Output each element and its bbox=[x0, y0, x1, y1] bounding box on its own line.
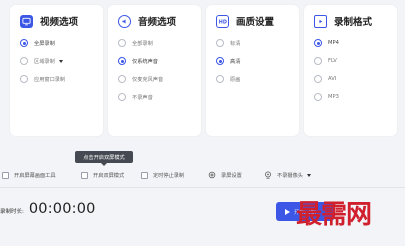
speaker-icon bbox=[118, 14, 131, 28]
option-label: 区域录制 bbox=[34, 58, 55, 65]
record-format-header: 录制格式 bbox=[314, 14, 372, 28]
option-label: 仅麦克风声音 bbox=[132, 76, 164, 83]
video-options-title: 视频选项 bbox=[40, 17, 79, 28]
record-duration: 录制时长: 00:00:00 bbox=[0, 201, 96, 219]
record-settings-label: 录屏设置 bbox=[221, 172, 242, 179]
file-video-icon bbox=[314, 14, 327, 28]
option-label: 标清 bbox=[230, 40, 241, 47]
option-label: MP3 bbox=[328, 94, 339, 100]
audio-option-system[interactable]: 仅系统声音 bbox=[118, 55, 158, 67]
desktop-tool-setting[interactable]: 开启屏幕画面工具 bbox=[2, 169, 56, 181]
audio-options-title: 音频选项 bbox=[138, 17, 177, 28]
option-label: 不录声音 bbox=[132, 94, 153, 101]
radio[interactable] bbox=[216, 75, 224, 83]
radio[interactable] bbox=[314, 75, 322, 83]
play-icon bbox=[285, 208, 290, 215]
radio[interactable] bbox=[20, 57, 28, 65]
camera-icon bbox=[265, 171, 271, 179]
option-label: 高清 bbox=[230, 58, 241, 65]
format-option-flv[interactable]: FLV bbox=[314, 55, 337, 67]
divider bbox=[0, 187, 405, 188]
option-label: FLV bbox=[328, 58, 337, 64]
dual-screen-checkbox[interactable] bbox=[81, 171, 88, 179]
audio-options-header: 音频选项 bbox=[118, 14, 176, 28]
video-option-region[interactable]: 区域录制 bbox=[20, 55, 63, 67]
dual-screen-label: 开启双屏模式 bbox=[93, 172, 125, 179]
camera-setting[interactable]: 不录摄像头 bbox=[264, 169, 311, 181]
record-settings-button[interactable]: 录屏设置 bbox=[208, 169, 242, 181]
format-option-mp3[interactable]: MP3 bbox=[314, 91, 339, 103]
watermark-logo: 最需网 bbox=[296, 199, 372, 230]
video-option-fullscreen[interactable]: 全屏录制 bbox=[20, 37, 55, 49]
dual-screen-setting[interactable]: 开启双屏模式 bbox=[81, 169, 124, 181]
quality-option-sd[interactable]: 标清 bbox=[216, 37, 240, 49]
gear-icon[interactable] bbox=[208, 171, 216, 179]
option-label: 全屏录制 bbox=[34, 40, 55, 47]
quality-settings-header: HD 画质设置 bbox=[216, 14, 274, 28]
radio[interactable] bbox=[216, 39, 224, 47]
radio[interactable] bbox=[314, 57, 322, 65]
desktop-tool-checkbox[interactable] bbox=[2, 171, 9, 179]
timed-stop-setting[interactable]: 定时停止录制 bbox=[141, 169, 184, 181]
quality-settings-title: 画质设置 bbox=[236, 17, 275, 28]
radio-selected[interactable] bbox=[216, 57, 224, 65]
radio[interactable] bbox=[118, 39, 126, 47]
video-options-panel: 视频选项 全屏录制 区域录制 应用窗口录制 bbox=[10, 5, 103, 136]
dual-screen-tooltip: 点击开启双屏模式 bbox=[75, 151, 133, 166]
format-option-mp4[interactable]: MP4 bbox=[314, 37, 339, 49]
settings-bar: 开启屏幕画面工具 开启双屏模式 定时停止录制 录屏设置 不录摄像头 bbox=[0, 169, 405, 181]
video-options-header: 视频选项 bbox=[20, 14, 78, 28]
record-format-title: 录制格式 bbox=[334, 17, 373, 28]
audio-option-none[interactable]: 不录声音 bbox=[118, 91, 153, 103]
radio[interactable] bbox=[314, 93, 322, 101]
radio[interactable] bbox=[118, 93, 126, 101]
option-label: 全部录制 bbox=[132, 40, 153, 47]
option-label: 仅系统声音 bbox=[132, 58, 158, 65]
option-label: 原画 bbox=[230, 76, 241, 83]
quality-settings-panel: HD 画质设置 标清 高清 原画 bbox=[206, 5, 299, 136]
option-label: AVI bbox=[328, 76, 337, 82]
radio[interactable] bbox=[118, 75, 126, 83]
chevron-down-icon[interactable] bbox=[58, 59, 63, 63]
quality-option-original[interactable]: 原画 bbox=[216, 73, 240, 85]
audio-option-all[interactable]: 全部录制 bbox=[118, 37, 153, 49]
record-format-panel: 录制格式 MP4 FLV AVI MP3 bbox=[304, 5, 397, 136]
svg-text:HD: HD bbox=[219, 19, 227, 24]
duration-timer: 00:00:00 bbox=[28, 201, 96, 217]
radio-selected[interactable] bbox=[118, 57, 126, 65]
radio-selected[interactable] bbox=[20, 39, 28, 47]
chevron-down-icon[interactable] bbox=[306, 173, 311, 177]
format-option-avi[interactable]: AVI bbox=[314, 73, 336, 85]
audio-options-panel: 音频选项 全部录制 仅系统声音 仅麦克风声音 不录声音 bbox=[108, 5, 201, 136]
duration-label: 录制时长: bbox=[0, 209, 24, 215]
hd-icon: HD bbox=[216, 14, 229, 28]
desktop-tool-label: 开启屏幕画面工具 bbox=[14, 172, 56, 179]
radio-selected[interactable] bbox=[314, 39, 322, 47]
audio-option-microphone[interactable]: 仅麦克风声音 bbox=[118, 73, 163, 85]
radio[interactable] bbox=[20, 75, 28, 83]
camera-label: 不录摄像头 bbox=[277, 172, 303, 179]
timed-stop-label: 定时停止录制 bbox=[153, 172, 185, 179]
video-option-app-window[interactable]: 应用窗口录制 bbox=[20, 73, 65, 85]
monitor-icon bbox=[20, 14, 33, 28]
quality-option-hd[interactable]: 高清 bbox=[216, 55, 240, 67]
option-label: MP4 bbox=[328, 40, 339, 46]
option-label: 应用窗口录制 bbox=[34, 76, 66, 83]
timed-stop-checkbox[interactable] bbox=[141, 171, 148, 179]
options-panels: 视频选项 全屏录制 区域录制 应用窗口录制 音频选项 全部录制 仅系统声音 仅麦… bbox=[0, 0, 405, 142]
